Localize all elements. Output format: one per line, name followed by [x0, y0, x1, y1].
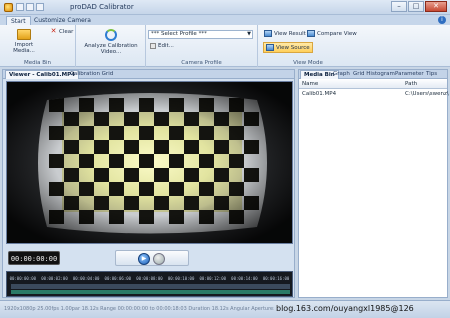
calibration-frame	[7, 82, 292, 243]
viewer-tabs: Viewer - Calib01.MP4 Calibration Grid	[3, 70, 294, 79]
camera-profile-group-label: Camera Profile	[181, 60, 222, 66]
timeline-tick: 00:00:00:00	[9, 276, 37, 281]
maximize-button[interactable]: □	[408, 1, 424, 12]
media-path: C:\Users\swenz\	[405, 91, 449, 97]
view-result-button[interactable]: View Result	[264, 30, 306, 37]
video-viewer[interactable]	[6, 81, 293, 244]
media-bin-group-label: Media Bin	[23, 60, 52, 66]
clear-icon: ✕	[50, 27, 57, 35]
media-name: Calib01.MP4	[302, 91, 337, 97]
close-button[interactable]: ✕	[425, 1, 447, 12]
group-media-bin: Import Media... ✕ Clear Media Bin	[0, 25, 76, 67]
tab-calibration-grid[interactable]: Calibration Grid	[67, 70, 116, 79]
timeline-range[interactable]	[11, 290, 290, 294]
timeline-tick: 00:00:12:00	[199, 276, 227, 281]
chevron-down-icon: ▼	[247, 31, 251, 37]
view-mode-group-label: View Mode	[293, 60, 323, 66]
transport-controls: ▶	[115, 250, 189, 266]
compare-view-label: Compare View	[317, 30, 357, 37]
profile-select[interactable]: *** Select Profile *** ▼	[148, 30, 253, 39]
edit-profile-button[interactable]: Edit...	[150, 43, 174, 49]
undo-icon[interactable]	[26, 3, 34, 11]
save-icon[interactable]	[16, 3, 24, 11]
timeline-tick: 00:00:10:00	[167, 276, 195, 281]
play-icon[interactable]: ▶	[138, 253, 150, 265]
clear-label: Clear	[59, 28, 74, 35]
folder-icon	[17, 29, 31, 40]
window-title: proDAD Calibrator	[70, 3, 134, 11]
title-bar: proDAD Calibrator – □ ✕	[0, 0, 450, 15]
list-item[interactable]: Calib01.MP4 C:\Users\swenz\	[299, 90, 449, 98]
tab-parameter[interactable]: Parameter	[392, 70, 427, 79]
timeline-tick: 00:00:02:00	[41, 276, 68, 281]
group-analyze: Analyze Calibration Video...	[76, 25, 146, 67]
timeline[interactable]: 00:00:00:00 00:00:02:00 00:00:04:00 00:0…	[6, 271, 293, 297]
view-source-button[interactable]: View Source	[263, 42, 313, 53]
status-bar: 1920x1080p 25.00fps 1.00par 18.12s Range…	[0, 300, 450, 318]
view-result-icon	[264, 30, 272, 37]
ribbon-tabs: Start Customize Camera i	[0, 15, 450, 25]
analyze-button[interactable]: Analyze Calibration Video...	[78, 29, 144, 55]
status-text: 1920x1080p 25.00fps 1.00par 18.12s Range…	[4, 306, 274, 312]
ribbon: Import Media... ✕ Clear Media Bin Analyz…	[0, 25, 450, 67]
media-list-header: Name Path	[299, 80, 447, 89]
app-icon[interactable]	[4, 3, 13, 12]
compare-view-icon	[307, 30, 315, 37]
timeline-tick: 00:00:04:00	[72, 276, 100, 281]
tab-customize-camera[interactable]: Customize Camera	[30, 16, 95, 25]
timeline-tick: 00:00:16:00	[262, 276, 290, 281]
viewer-pane: Viewer - Calib01.MP4 Calibration Grid 00…	[2, 69, 295, 298]
tab-grid-histogram[interactable]: Grid Histogram	[350, 70, 398, 79]
dropdown-icon[interactable]	[36, 3, 44, 11]
minimize-button[interactable]: –	[391, 1, 407, 12]
profile-select-value: *** Select Profile ***	[151, 31, 207, 37]
clear-button[interactable]: ✕ Clear	[50, 27, 74, 35]
window-controls: – □ ✕	[391, 1, 447, 12]
stop-icon[interactable]	[153, 253, 165, 265]
timeline-tick: 00:00:06:00	[104, 276, 132, 281]
timeline-track[interactable]	[11, 284, 290, 289]
compare-view-button[interactable]: Compare View	[307, 30, 357, 37]
tab-tips[interactable]: Tips	[423, 70, 440, 79]
media-bin-tabs: Media Bin Graph Grid Histogram Parameter…	[299, 70, 447, 79]
edit-icon	[150, 43, 156, 49]
import-media-button[interactable]: Import Media...	[4, 29, 44, 54]
refresh-icon	[105, 29, 117, 41]
help-icon[interactable]: i	[438, 16, 446, 24]
analyze-label: Analyze Calibration Video...	[84, 43, 138, 55]
quick-access-toolbar	[16, 3, 44, 11]
view-result-label: View Result	[274, 30, 306, 37]
timecode-display: 00:00:00:00	[8, 251, 60, 265]
import-media-label: Import Media...	[13, 42, 35, 54]
edit-label: Edit...	[158, 43, 174, 49]
column-path[interactable]: Path	[405, 80, 417, 89]
column-name[interactable]: Name	[302, 80, 318, 89]
view-source-icon	[266, 44, 274, 51]
view-source-label: View Source	[276, 44, 310, 51]
timeline-tick: 00:00:08:00	[136, 276, 163, 281]
watermark: blog.163.com/ouyangxl1985@126	[276, 304, 414, 313]
tab-start[interactable]: Start	[6, 16, 31, 25]
media-bin-pane: Media Bin Graph Grid Histogram Parameter…	[298, 69, 449, 298]
timeline-tick: 00:00:14:00	[231, 276, 258, 281]
timeline-ruler: 00:00:00:00 00:00:02:00 00:00:04:00 00:0…	[7, 274, 292, 283]
